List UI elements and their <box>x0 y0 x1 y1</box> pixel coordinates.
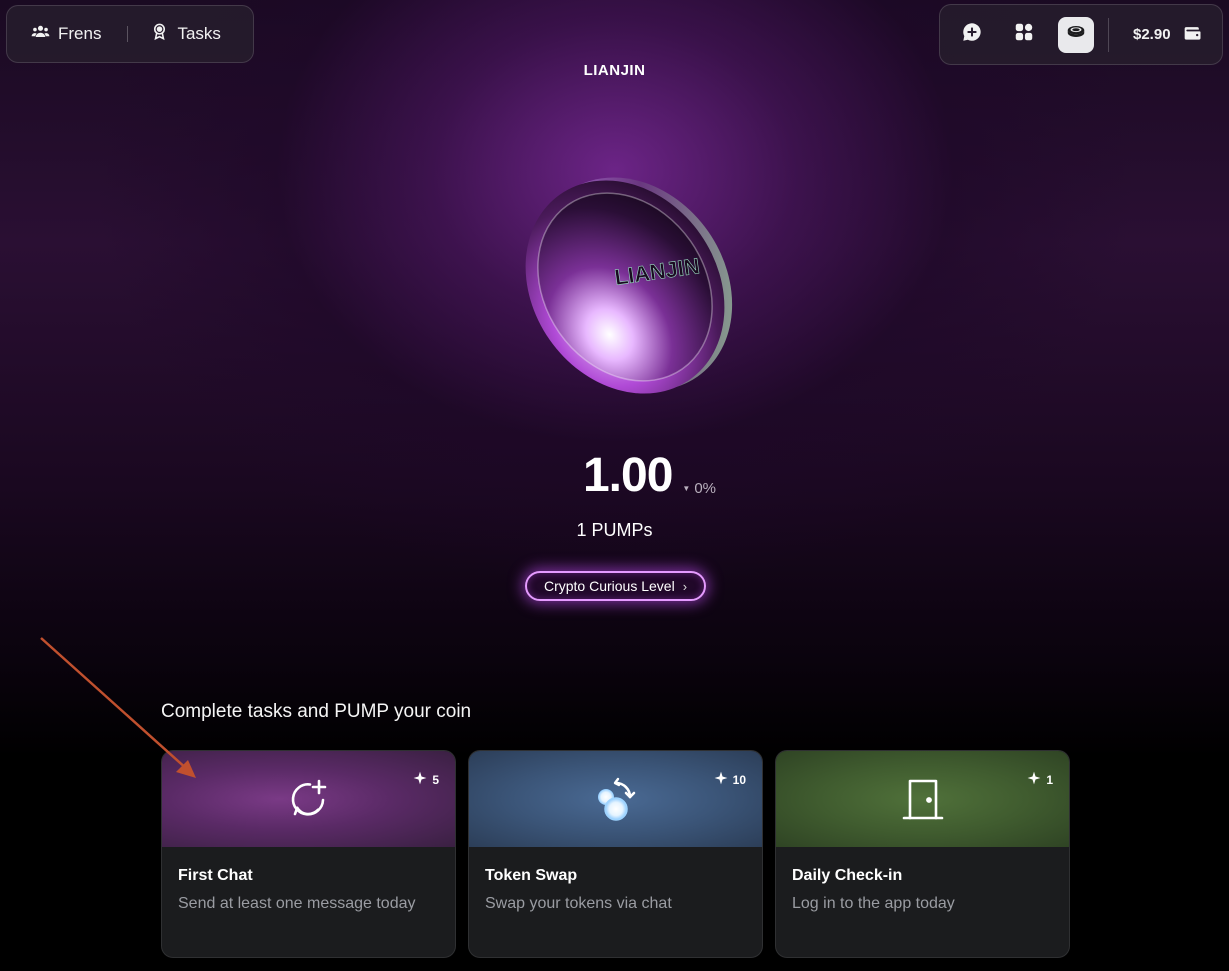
card-body: First Chat Send at least one message tod… <box>162 847 455 913</box>
reward-value: 1 <box>1046 772 1053 787</box>
task-title: Token Swap <box>485 867 578 884</box>
coin-name: LIANJIN <box>583 62 646 79</box>
sparkle-icon <box>413 771 427 788</box>
apps-grid-icon <box>1013 21 1035 48</box>
coin-stack-icon <box>1065 21 1087 48</box>
task-description: Swap your tokens via chat <box>485 895 672 912</box>
down-triangle-icon: ▼ <box>682 484 691 493</box>
price-change-value: 0% <box>694 480 717 497</box>
door-icon <box>899 775 947 823</box>
coin-price: 1.00 <box>582 449 673 502</box>
top-toolbar: $2.90 <box>939 4 1223 65</box>
page: Frens Tasks $2.90 LIANJIN LIANJIN 1.00 ▼… <box>0 0 1229 971</box>
task-cards: 5 First Chat Send at least one message t… <box>161 750 1070 958</box>
balance-amount: $2.90 <box>1133 26 1171 43</box>
task-title: First Chat <box>178 867 253 884</box>
chat-plus-icon <box>961 21 983 48</box>
sparkle-icon <box>714 771 728 788</box>
reward-badge: 1 <box>1027 771 1053 788</box>
task-card-daily-check-in[interactable]: 1 Daily Check-in Log in to the app today <box>775 750 1070 958</box>
medal-icon <box>150 22 169 46</box>
task-title: Daily Check-in <box>792 867 903 884</box>
card-body: Token Swap Swap your tokens via chat <box>469 847 762 913</box>
card-body: Daily Check-in Log in to the app today <box>776 847 1069 913</box>
frens-button[interactable]: Frens <box>7 6 127 62</box>
price-row: 1.00 ▼ 0% <box>0 448 1229 503</box>
tasks-button[interactable]: Tasks <box>128 6 242 62</box>
users-icon <box>31 22 50 46</box>
coin-image: LIANJIN <box>505 165 745 410</box>
frens-label: Frens <box>58 24 102 43</box>
reward-badge: 10 <box>714 771 746 788</box>
toolbar-divider <box>1108 17 1109 52</box>
card-banner: 10 <box>469 751 762 847</box>
chevron-right-icon: › <box>682 578 688 594</box>
wallet-icon <box>1183 23 1203 47</box>
task-description: Send at least one message today <box>178 895 416 912</box>
apps-button[interactable] <box>1006 17 1042 53</box>
new-chat-button[interactable] <box>954 17 990 53</box>
level-button[interactable]: Crypto Curious Level › <box>525 571 706 601</box>
price-change: ▼ 0% <box>682 480 716 497</box>
card-banner: 5 <box>162 751 455 847</box>
coin-button[interactable] <box>1058 16 1094 53</box>
reward-value: 10 <box>732 772 746 787</box>
tasks-label: Tasks <box>177 24 221 43</box>
pumps-count: 1 PUMPs <box>576 520 653 540</box>
swap-coins-icon <box>588 771 644 827</box>
level-label: Crypto Curious Level <box>543 578 675 594</box>
task-description: Log in to the app today <box>792 895 955 912</box>
chat-plus-icon <box>286 776 332 822</box>
task-card-first-chat[interactable]: 5 First Chat Send at least one message t… <box>161 750 456 958</box>
reward-value: 5 <box>432 772 439 787</box>
card-banner: 1 <box>776 751 1069 847</box>
wallet-balance-button[interactable]: $2.90 <box>1133 23 1203 47</box>
reward-badge: 5 <box>413 771 439 788</box>
top-nav: Frens Tasks <box>6 5 254 63</box>
tasks-heading: Complete tasks and PUMP your coin <box>161 701 472 722</box>
sparkle-icon <box>1027 771 1041 788</box>
task-card-token-swap[interactable]: 10 Token Swap Swap your tokens via chat <box>468 750 763 958</box>
